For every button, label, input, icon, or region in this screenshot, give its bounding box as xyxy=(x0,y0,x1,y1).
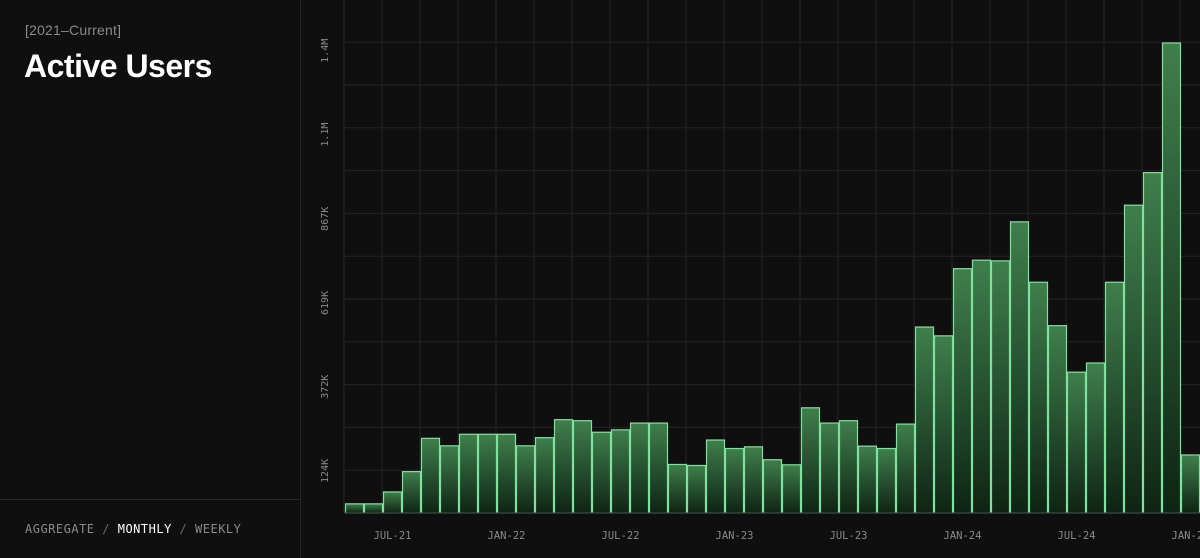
bar[interactable] xyxy=(933,335,954,514)
bar[interactable] xyxy=(496,433,517,514)
bar[interactable] xyxy=(914,326,935,514)
bar[interactable] xyxy=(1085,362,1106,514)
bar[interactable] xyxy=(705,439,726,514)
bar[interactable] xyxy=(553,419,574,514)
bar-chart-svg: 124K 372K 619K 867K 1.1M 1.4M JUL-21 JAN-22 JUL-… xyxy=(320,0,1200,542)
bar[interactable] xyxy=(629,422,650,514)
date-range-label: [2021–Current] xyxy=(25,22,122,38)
bar[interactable] xyxy=(1104,281,1125,514)
y-tick-label: 867K xyxy=(320,207,331,231)
bar[interactable] xyxy=(667,463,688,514)
bar[interactable] xyxy=(401,470,422,514)
bar[interactable] xyxy=(895,423,916,514)
bar[interactable] xyxy=(1123,204,1144,514)
active-users-chart: 124K 372K 619K 867K 1.1M 1.4M JUL-21 JAN-22 JUL-… xyxy=(302,0,1200,558)
y-tick-label: 1.1M xyxy=(320,123,331,147)
left-panel: [2021–Current] Active Users AGGREGATE / … xyxy=(0,0,301,558)
view-separator: / xyxy=(102,522,110,536)
x-tick-label: JUL-24 xyxy=(1058,530,1096,542)
bar[interactable] xyxy=(572,420,593,514)
x-tick-label: JUL-23 xyxy=(830,530,868,542)
bar[interactable] xyxy=(1009,221,1030,514)
bar[interactable] xyxy=(762,459,783,514)
bar[interactable] xyxy=(686,464,707,514)
x-tick-label: JUL-21 xyxy=(374,530,412,542)
view-option-weekly[interactable]: WEEKLY xyxy=(195,522,241,536)
bar[interactable] xyxy=(800,407,821,514)
view-option-monthly[interactable]: MONTHLY xyxy=(118,522,172,536)
bar[interactable] xyxy=(781,464,802,514)
bar[interactable] xyxy=(724,447,745,514)
bar[interactable] xyxy=(648,422,669,514)
bar[interactable] xyxy=(420,437,441,514)
bar[interactable] xyxy=(363,503,384,514)
bar[interactable] xyxy=(1028,281,1049,514)
bar[interactable] xyxy=(515,445,536,514)
bar[interactable] xyxy=(952,268,973,514)
bar[interactable] xyxy=(1180,454,1200,514)
bar[interactable] xyxy=(458,433,479,514)
bar[interactable] xyxy=(838,420,859,514)
bar[interactable] xyxy=(857,445,878,514)
bar[interactable] xyxy=(1047,325,1068,514)
bar[interactable] xyxy=(876,447,897,514)
bar[interactable] xyxy=(439,445,460,514)
bar[interactable] xyxy=(344,503,365,514)
bar[interactable] xyxy=(477,433,498,514)
y-tick-label: 124K xyxy=(320,459,331,483)
view-option-aggregate[interactable]: AGGREGATE xyxy=(25,522,95,536)
view-toggle: AGGREGATE / MONTHLY / WEEKLY xyxy=(25,522,241,536)
bar[interactable] xyxy=(591,431,612,514)
bar[interactable] xyxy=(534,437,555,514)
bar[interactable] xyxy=(610,429,631,514)
page-title: Active Users xyxy=(24,48,212,84)
x-tick-label: JUL-22 xyxy=(602,530,640,542)
bar[interactable] xyxy=(743,446,764,514)
y-tick-label: 372K xyxy=(320,375,331,399)
bar[interactable] xyxy=(382,491,403,514)
x-tick-label: JAN-23 xyxy=(716,530,754,542)
y-tick-label: 619K xyxy=(320,291,331,315)
bar[interactable] xyxy=(1142,172,1163,514)
bar[interactable] xyxy=(1161,42,1182,514)
x-tick-label: JAN-22 xyxy=(488,530,526,542)
x-tick-label: JAN-24 xyxy=(944,530,982,542)
bar[interactable] xyxy=(990,260,1011,514)
bar[interactable] xyxy=(1066,371,1087,514)
bar[interactable] xyxy=(819,422,840,514)
panel-divider xyxy=(0,499,300,500)
x-tick-label: JAN-25 xyxy=(1172,530,1200,542)
bar[interactable] xyxy=(971,259,992,514)
y-tick-label: 1.4M xyxy=(320,39,331,63)
view-separator: / xyxy=(179,522,188,536)
